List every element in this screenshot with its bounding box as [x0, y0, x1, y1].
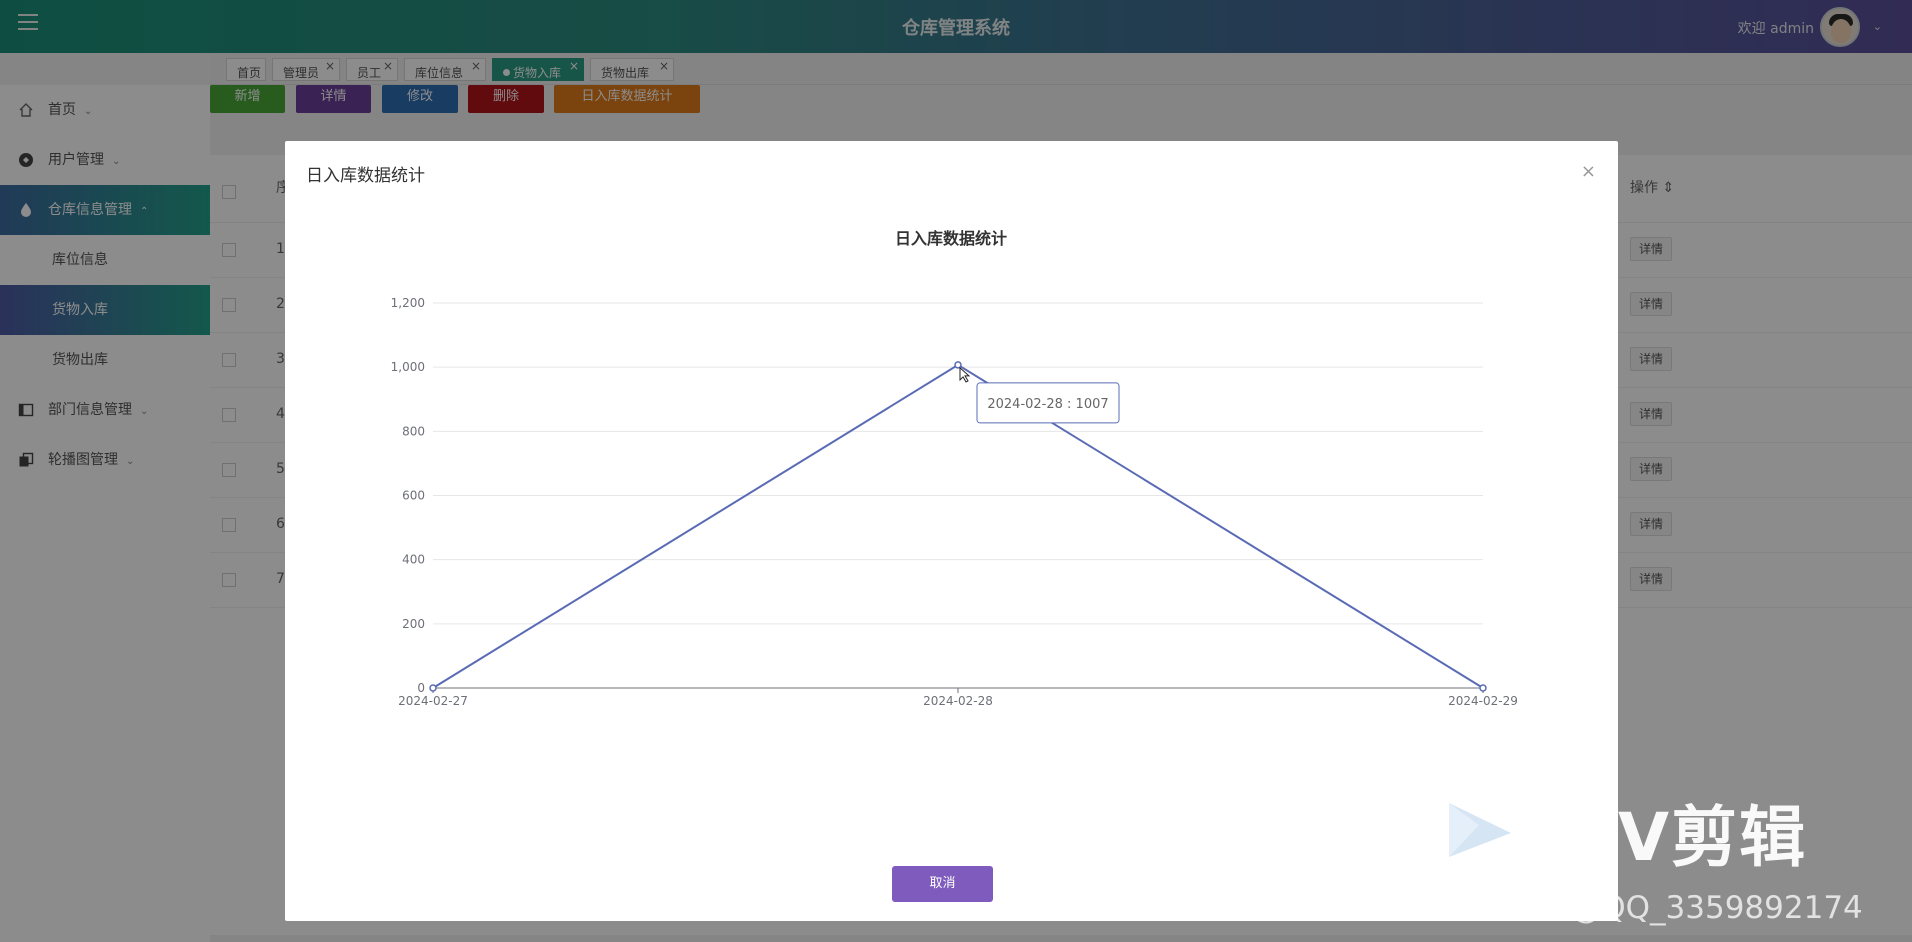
y-tick-label: 1,200	[391, 296, 425, 310]
series-line	[432, 363, 1484, 689]
chart-title: 日入库数据统计	[895, 229, 1007, 248]
data-point	[429, 684, 437, 692]
x-tick-label: 2024-02-29	[1448, 694, 1518, 708]
watermark-logo-icon	[1449, 803, 1511, 857]
x-tick-label: 2024-02-28	[923, 694, 993, 708]
close-icon[interactable]: ×	[1581, 161, 1596, 182]
x-tick-label: 2024-02-27	[398, 694, 468, 708]
data-point	[954, 361, 962, 369]
cancel-button[interactable]: 取消	[892, 866, 993, 902]
stats-modal: 日入库数据统计 × 日入库数据统计 0 200 400 600 800 1,000 1,200…	[285, 141, 1618, 921]
data-point	[1479, 684, 1487, 692]
line-chart: 日入库数据统计 0 200 400 600 800 1,000 1,200 2024-02-27…	[391, 229, 1518, 708]
y-tick-label: 1,000	[391, 360, 425, 374]
chart-tooltip: 2024-02-28 : 1007	[976, 382, 1120, 424]
y-tick-label: 0	[417, 681, 425, 695]
modal-title: 日入库数据统计	[306, 166, 425, 186]
tooltip-text: 2024-02-28 : 1007	[987, 397, 1108, 412]
y-tick-label: 800	[402, 424, 425, 438]
y-tick-label: 200	[402, 617, 425, 631]
y-tick-label: 400	[402, 553, 425, 567]
y-tick-label: 600	[402, 489, 425, 503]
